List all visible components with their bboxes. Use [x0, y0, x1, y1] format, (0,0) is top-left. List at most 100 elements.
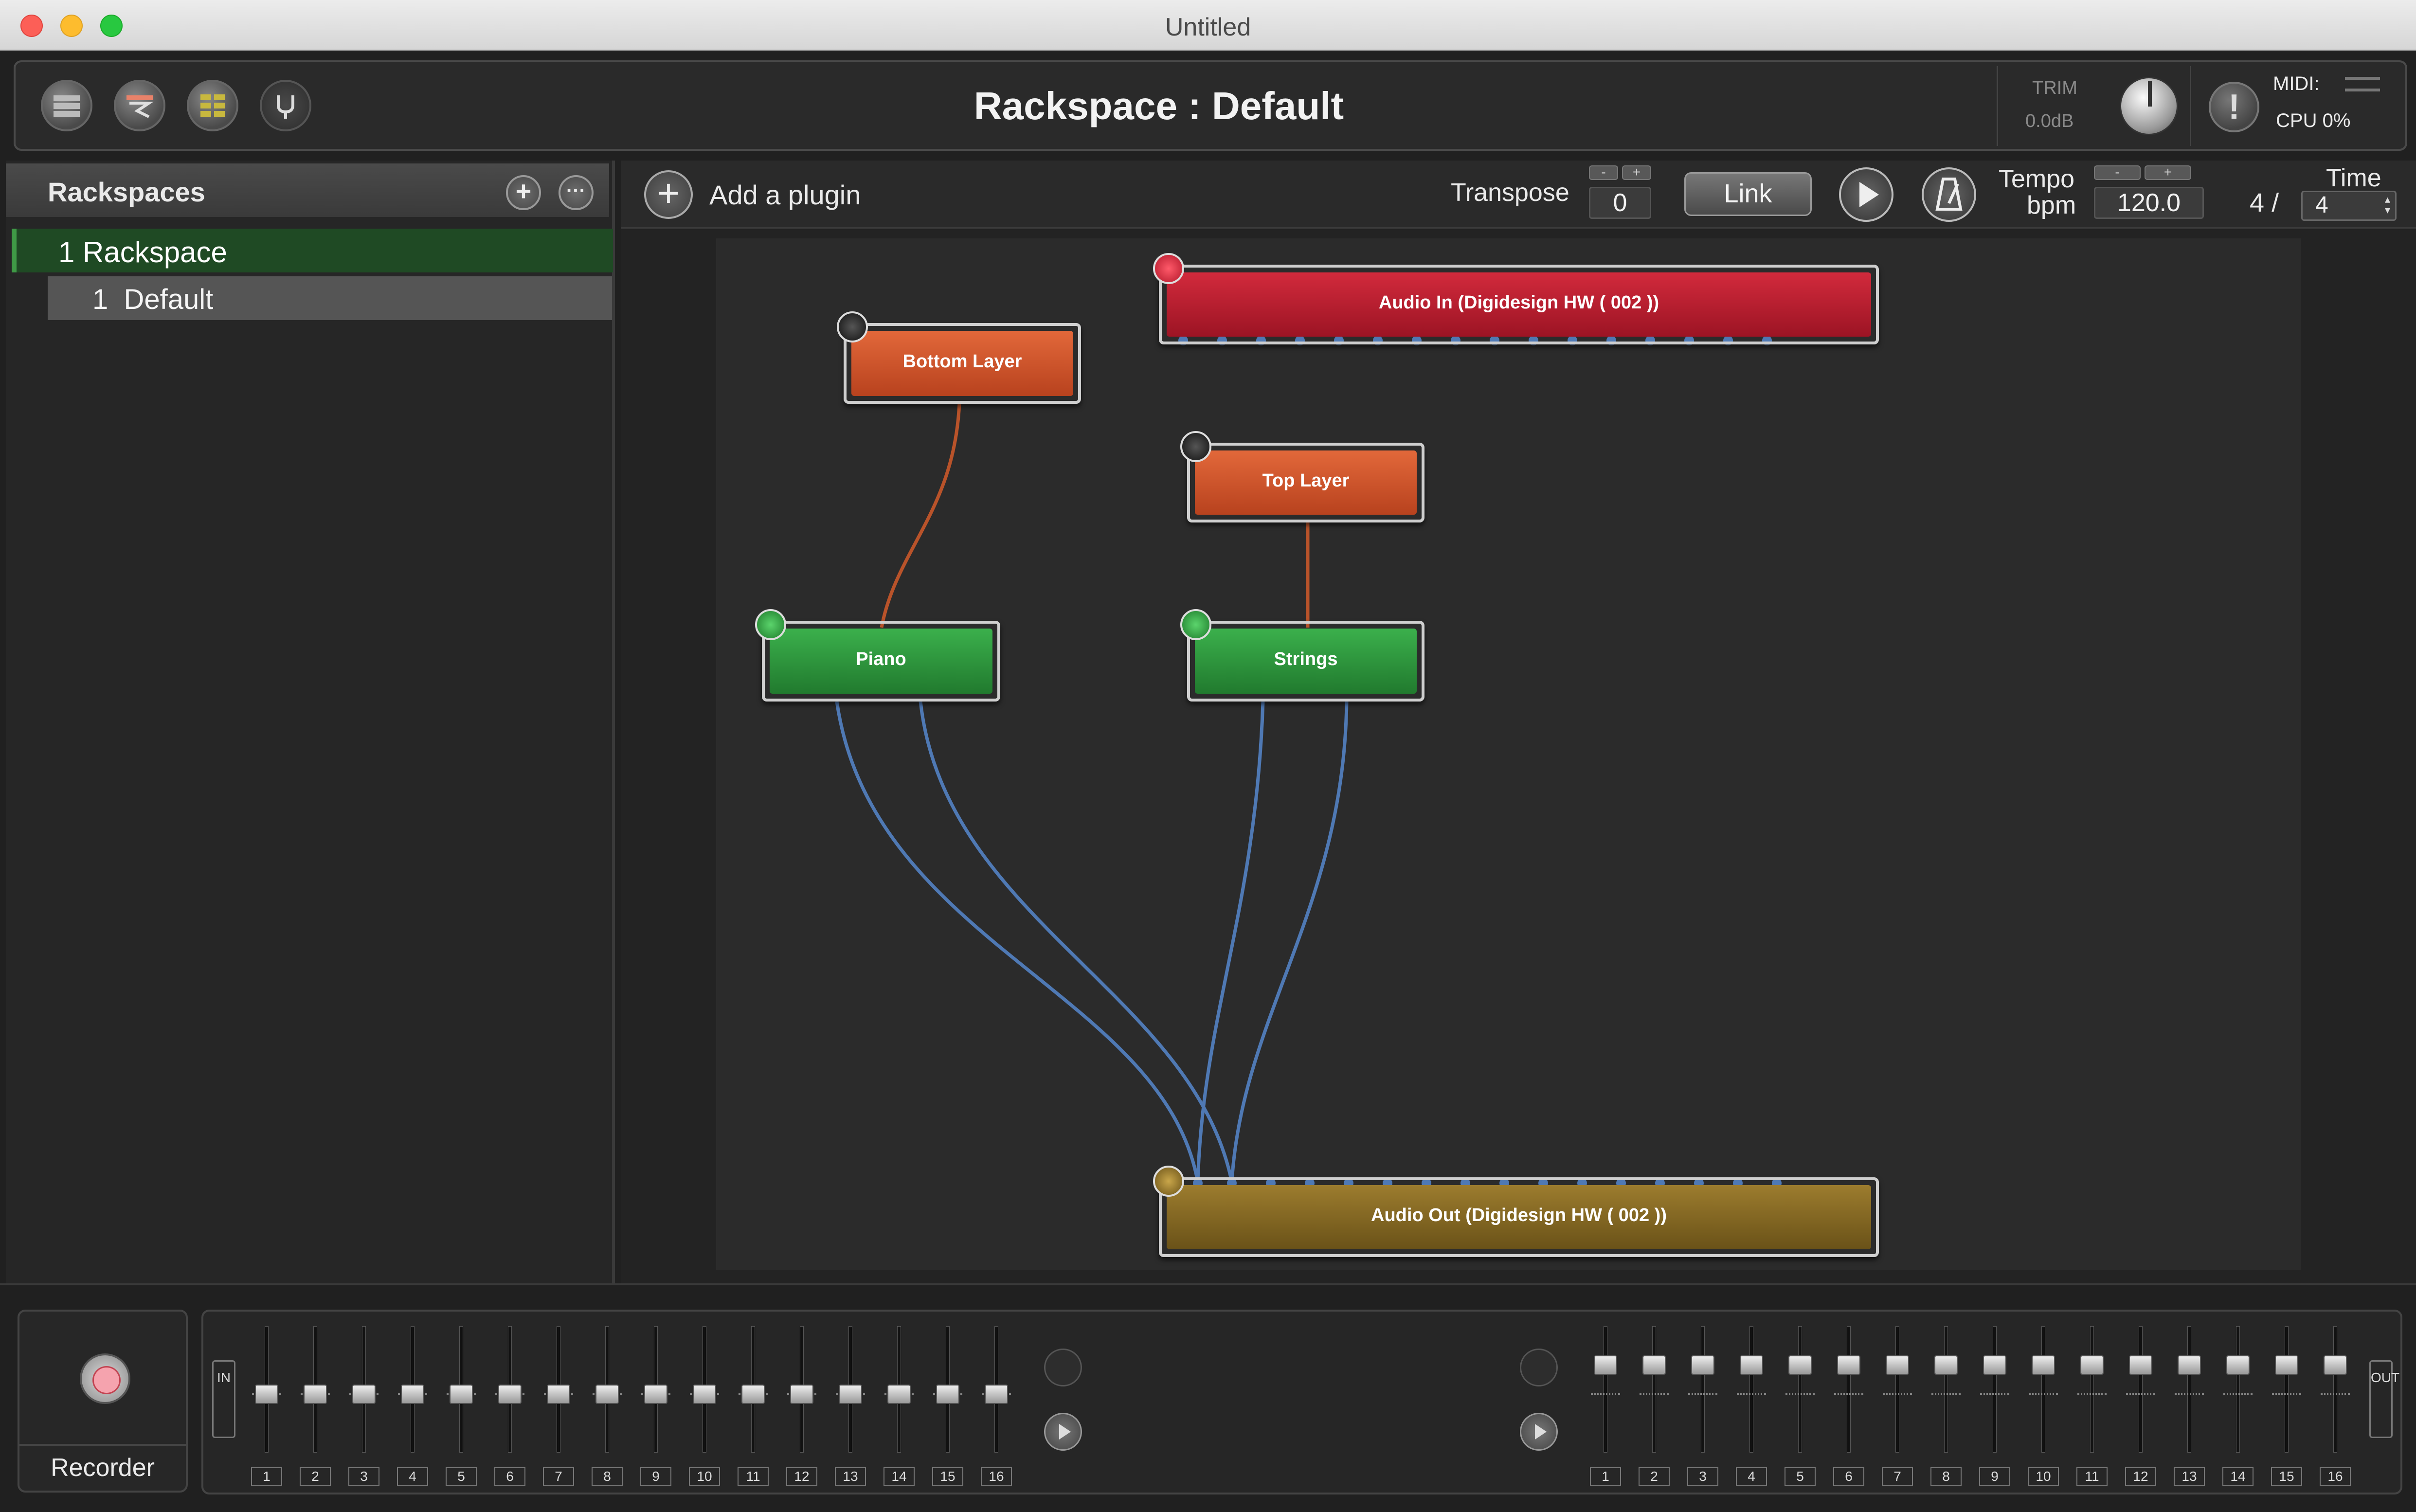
piano-node[interactable]: Piano: [762, 621, 1000, 702]
output-fader-7[interactable]: [1883, 1326, 1912, 1472]
output-channel-number: 2: [1639, 1467, 1670, 1486]
add-plugin-button[interactable]: Add a plugin: [709, 179, 861, 211]
input-fader-2[interactable]: [301, 1326, 330, 1472]
rackspaces-title: Rackspaces: [48, 177, 205, 207]
add-rackspace-button[interactable]: +: [506, 175, 541, 210]
output-fader-14[interactable]: [2223, 1326, 2253, 1472]
input-fader-7[interactable]: [544, 1326, 573, 1472]
strings-label: Strings: [1274, 649, 1338, 669]
wiring-canvas[interactable]: Audio In (Digidesign HW ( 002 )) Bottom …: [716, 238, 2301, 1270]
input-fader-9[interactable]: [641, 1326, 670, 1472]
trim-knob[interactable]: [2120, 77, 2178, 135]
rackspace-options-button[interactable]: ···: [559, 175, 594, 210]
alert-icon[interactable]: !: [2209, 82, 2259, 132]
input-scroll-left-button[interactable]: [1044, 1349, 1082, 1386]
metronome-icon: [1935, 178, 1963, 211]
audio-in-label: Audio In (Digidesign HW ( 002 )): [1378, 292, 1659, 313]
audio-wire-piano-right: [919, 701, 1234, 1183]
output-fader-4[interactable]: [1737, 1326, 1766, 1472]
output-fader-15[interactable]: [2272, 1326, 2301, 1472]
audio-out-badge-icon[interactable]: [1153, 1166, 1184, 1197]
output-channel-number: 8: [1930, 1467, 1962, 1486]
bottom-layer-node[interactable]: Bottom Layer: [844, 323, 1081, 404]
bottom-layer-badge-icon[interactable]: [837, 311, 868, 342]
output-fader-2[interactable]: [1640, 1326, 1669, 1472]
input-fader-13[interactable]: [836, 1326, 865, 1472]
tempo-value[interactable]: 120.0: [2094, 187, 2204, 219]
transpose-value[interactable]: 0: [1589, 187, 1651, 219]
top-layer-node[interactable]: Top Layer: [1187, 443, 1424, 522]
output-fader-1[interactable]: [1591, 1326, 1620, 1472]
play-right-icon: [1059, 1424, 1071, 1440]
strings-badge-icon[interactable]: [1180, 609, 1211, 640]
time-signature-denominator-select[interactable]: 4: [2301, 191, 2397, 221]
tempo-up-button[interactable]: +: [2145, 165, 2191, 180]
output-fader-9[interactable]: [1980, 1326, 2009, 1472]
input-channel-number: 4: [397, 1467, 428, 1486]
output-fader-6[interactable]: [1834, 1326, 1863, 1472]
input-fader-3[interactable]: [349, 1326, 379, 1472]
cpu-meter: CPU 0%: [2276, 110, 2350, 132]
input-fader-16[interactable]: [982, 1326, 1011, 1472]
output-fader-5[interactable]: [1785, 1326, 1815, 1472]
record-button[interactable]: [80, 1353, 130, 1404]
output-fader-3[interactable]: [1688, 1326, 1717, 1472]
transpose-down-button[interactable]: -: [1589, 165, 1618, 180]
input-channel-number: 2: [300, 1467, 331, 1486]
transpose-up-button[interactable]: +: [1622, 165, 1651, 180]
trim-section: TRIM 0.0dB: [1997, 66, 2191, 146]
top-layer-badge-icon[interactable]: [1180, 431, 1211, 462]
audio-in-node[interactable]: Audio In (Digidesign HW ( 002 )): [1159, 265, 1879, 344]
input-channel-number: 16: [981, 1467, 1012, 1486]
output-fader-13[interactable]: [2175, 1326, 2204, 1472]
output-channel-number: 3: [1687, 1467, 1718, 1486]
play-button[interactable]: [1839, 167, 1893, 222]
link-button[interactable]: Link: [1684, 172, 1812, 216]
audio-wire-strings-right: [1230, 701, 1349, 1183]
app-window: Untitled Rackspace : Default TRIM 0.0dB …: [0, 0, 2416, 1512]
input-fader-5[interactable]: [447, 1326, 476, 1472]
output-fader-12[interactable]: [2126, 1326, 2155, 1472]
input-channel-number: 7: [543, 1467, 574, 1486]
input-channel-number: 9: [640, 1467, 671, 1486]
input-fader-11[interactable]: [739, 1326, 768, 1472]
audio-in-badge-icon[interactable]: [1153, 253, 1184, 284]
play-icon: [1859, 182, 1879, 207]
trim-value: 0.0dB: [2025, 111, 2074, 131]
output-fader-8[interactable]: [1931, 1326, 1961, 1472]
midi-wire-bottom-to-piano: [880, 402, 961, 628]
input-scroll-right-button[interactable]: [1044, 1413, 1082, 1451]
piano-badge-icon[interactable]: [755, 609, 786, 640]
audio-out-node[interactable]: Audio Out (Digidesign HW ( 002 )): [1159, 1177, 1879, 1257]
input-fader-14[interactable]: [884, 1326, 914, 1472]
output-scroll-right-button[interactable]: [1520, 1413, 1558, 1451]
input-tag: IN: [212, 1360, 235, 1438]
strings-node[interactable]: Strings: [1187, 621, 1424, 702]
output-channel-number: 1: [1590, 1467, 1621, 1486]
output-channel-number: 14: [2222, 1467, 2254, 1486]
input-fader-15[interactable]: [933, 1326, 962, 1472]
metronome-button[interactable]: [1922, 167, 1976, 222]
cpu-value: 0%: [2322, 110, 2351, 131]
midi-activity-indicator: [2345, 77, 2380, 91]
output-fader-11[interactable]: [2077, 1326, 2107, 1472]
output-channel-number: 10: [2028, 1467, 2059, 1486]
input-fader-1[interactable]: [252, 1326, 281, 1472]
rackspace-list-item[interactable]: 1 Rackspace: [12, 229, 613, 272]
input-fader-4[interactable]: [398, 1326, 427, 1472]
input-fader-8[interactable]: [593, 1326, 622, 1472]
tempo-down-button[interactable]: -: [2094, 165, 2141, 180]
output-scroll-left-button[interactable]: [1520, 1349, 1558, 1386]
input-channel-number: 8: [592, 1467, 623, 1486]
output-fader-16[interactable]: [2321, 1326, 2350, 1472]
time-signature-numerator[interactable]: 4 /: [2250, 188, 2279, 218]
output-channel-number: 15: [2271, 1467, 2302, 1486]
output-fader-10[interactable]: [2029, 1326, 2058, 1472]
input-fader-12[interactable]: [787, 1326, 816, 1472]
input-fader-10[interactable]: [690, 1326, 719, 1472]
add-plugin-icon[interactable]: +: [644, 170, 693, 219]
variation-list-item[interactable]: 1 Default: [48, 276, 612, 320]
output-channel-number: 16: [2320, 1467, 2351, 1486]
input-fader-6[interactable]: [495, 1326, 524, 1472]
input-channel-number: 14: [883, 1467, 915, 1486]
